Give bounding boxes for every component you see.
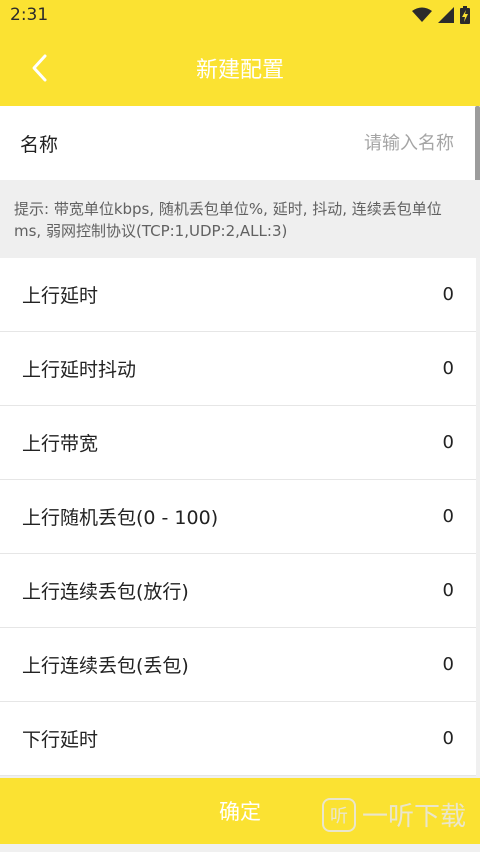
cell-signal-icon [438, 7, 454, 23]
setting-label: 上行随机丢包(0 - 100) [22, 507, 219, 529]
settings-list: 上行延时 0 上行延时抖动 0 上行带宽 0 上行随机丢包(0 - 100) 0… [0, 258, 476, 776]
wifi-icon [412, 7, 432, 22]
setting-value: 0 [442, 358, 454, 379]
setting-upstream-burst-pass[interactable]: 上行连续丢包(放行) 0 [0, 554, 476, 628]
setting-label: 上行延时抖动 [22, 359, 137, 381]
setting-label: 上行连续丢包(丢包) [22, 655, 189, 677]
status-icons [412, 6, 470, 24]
status-bar: 2:31 [0, 0, 480, 30]
setting-upstream-delay[interactable]: 上行延时 0 [0, 258, 476, 332]
name-field-row: 名称 [0, 106, 476, 180]
name-label: 名称 [20, 133, 59, 156]
setting-value: 0 [442, 506, 454, 527]
confirm-button[interactable]: 确定 [0, 778, 480, 844]
status-time: 2:31 [10, 5, 49, 25]
setting-upstream-random-loss[interactable]: 上行随机丢包(0 - 100) 0 [0, 480, 476, 554]
setting-label: 上行延时 [22, 285, 99, 307]
setting-upstream-delay-jitter[interactable]: 上行延时抖动 0 [0, 332, 476, 406]
setting-upstream-bandwidth[interactable]: 上行带宽 0 [0, 406, 476, 480]
toolbar: 新建配置 [0, 30, 480, 106]
chevron-left-icon [32, 54, 47, 82]
setting-value: 0 [442, 654, 454, 675]
setting-value: 0 [442, 432, 454, 453]
battery-icon [460, 6, 470, 24]
back-button[interactable] [18, 46, 62, 90]
name-input[interactable] [232, 131, 456, 155]
setting-label: 下行延时 [22, 729, 99, 751]
setting-value: 0 [442, 284, 454, 305]
setting-label: 上行连续丢包(放行) [22, 581, 189, 603]
setting-downstream-delay[interactable]: 下行延时 0 [0, 702, 476, 776]
hint-text: 提示: 带宽单位kbps, 随机丢包单位%, 延时, 抖动, 连续丢包单位ms,… [0, 180, 480, 258]
page-title: 新建配置 [195, 58, 284, 83]
setting-value: 0 [442, 580, 454, 601]
setting-upstream-burst-drop[interactable]: 上行连续丢包(丢包) 0 [0, 628, 476, 702]
setting-label: 上行带宽 [22, 433, 99, 455]
setting-value: 0 [442, 728, 454, 749]
